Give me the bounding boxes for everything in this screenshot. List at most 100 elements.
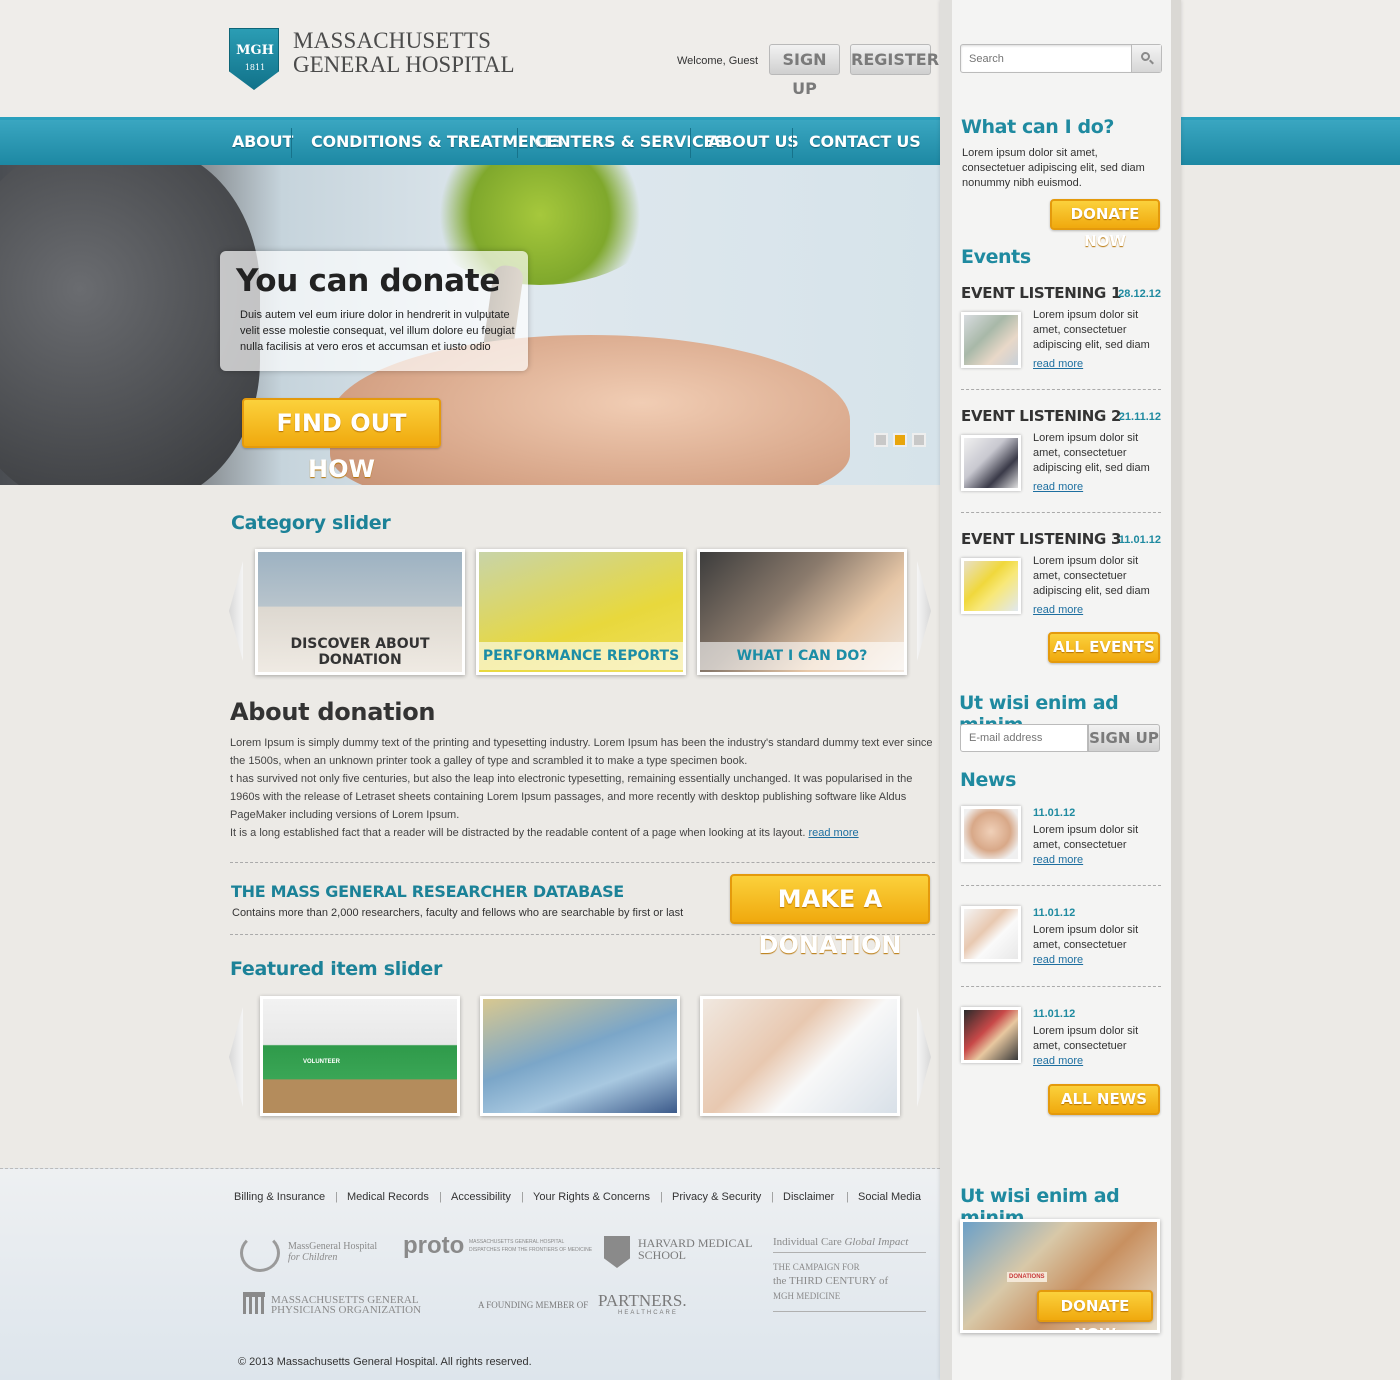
event-text: Lorem ipsum dolor sit amet, consectetuer… [1033, 432, 1150, 474]
news-thumbnail[interactable] [961, 806, 1021, 862]
category-tile-what[interactable]: WHAT I CAN DO? [697, 549, 907, 675]
event-date: 21.11.12 [1118, 411, 1161, 423]
events-title: Events [961, 246, 1031, 268]
slide-dot-2[interactable] [893, 433, 907, 447]
promo-image[interactable]: DONATIONS DONATE NOW [960, 1219, 1160, 1333]
logo-proto-word: proto [403, 1232, 465, 1259]
event-read-more-link[interactable]: read more [1033, 481, 1083, 493]
logo-mgh-children[interactable]: MassGeneral Hospital for Children [240, 1234, 390, 1274]
logo-proto-line1: MASSACHUSETTS GENERAL HOSPITAL [469, 1239, 565, 1245]
event-read-more-link[interactable]: read more [1033, 358, 1083, 370]
event-thumbnail[interactable] [961, 435, 1021, 491]
event-text: Lorem ipsum dolor sit amet, consectetuer… [1033, 309, 1150, 351]
footer-link-privacy[interactable]: Privacy & Security [672, 1191, 761, 1203]
news-item: 11.01.12 Lorem ipsum dolor sit amet, con… [961, 1007, 1161, 1069]
about-paragraph-3: It is a long established fact that a rea… [230, 824, 940, 842]
logo-proto-line2: DISPATCHES FROM THE FRONTIERS OF MEDICIN… [469, 1247, 593, 1253]
what-can-i-do-title: What can I do? [961, 116, 1114, 138]
news-read-more-link[interactable]: read more [1033, 854, 1083, 866]
footer-link-records[interactable]: Medical Records [347, 1191, 429, 1203]
about-paragraph-2: t has survived not only five centuries, … [230, 773, 913, 821]
featured-tile-volunteers[interactable]: VOLUNTEER [260, 996, 460, 1116]
about-body: Lorem Ipsum is simply dummy text of the … [230, 734, 940, 842]
slide-dot-1[interactable] [874, 433, 888, 447]
volunteer-badge: VOLUNTEER [303, 1059, 341, 1065]
footer-link-accessibility[interactable]: Accessibility [451, 1191, 511, 1203]
news-thumbnail[interactable] [961, 1007, 1021, 1063]
news-item: 11.01.12 Lorem ipsum dolor sit amet, con… [961, 806, 1161, 868]
news-thumbnail[interactable] [961, 906, 1021, 962]
find-out-how-button[interactable]: FIND OUT HOW [242, 398, 441, 483]
signup-button[interactable]: SIGN UP [769, 44, 840, 98]
divider [961, 389, 1161, 390]
event-thumbnail[interactable] [961, 312, 1021, 368]
footer-link-rights[interactable]: Your Rights & Concerns [533, 1191, 650, 1203]
featured-prev-arrow[interactable] [229, 1007, 243, 1107]
event-title[interactable]: EVENT LISTENING 1 [961, 284, 1121, 302]
event-date: 28.12.12 [1118, 288, 1161, 300]
register-button[interactable]: REGISTER [850, 44, 939, 75]
logo-campaign-impact: Global Impact [844, 1236, 909, 1248]
news-date: 11.01.12 [1033, 1008, 1076, 1020]
featured-tile-nurses[interactable] [480, 996, 680, 1116]
all-news-button[interactable]: ALL NEWS [1048, 1084, 1160, 1115]
copyright: © 2013 Massachusetts General Hospital. A… [238, 1356, 532, 1368]
footer-link-billing[interactable]: Billing & Insurance [234, 1191, 325, 1203]
about-paragraph-3-text: It is a long established fact that a rea… [230, 827, 806, 839]
footer-link-disclaimer[interactable]: Disclaimer [783, 1191, 834, 1203]
divider [230, 862, 935, 863]
nav-centers[interactable]: CENTERS & SERVICES [535, 132, 726, 151]
featured-next-arrow[interactable] [917, 1007, 931, 1107]
all-events-button[interactable]: ALL EVENTS [1048, 632, 1160, 663]
divider [230, 934, 935, 935]
logo-partners-founding: A FOUNDING MEMBER OF [478, 1300, 589, 1310]
nav-separator [517, 128, 518, 158]
make-donation-button[interactable]: MAKE A DONATION [730, 874, 930, 959]
event-read-more-link[interactable]: read more [1033, 604, 1083, 616]
category-prev-arrow[interactable] [229, 561, 243, 661]
nav-conditions[interactable]: CONDITIONS & TREATMENTS [311, 132, 564, 151]
logo-physicians-org[interactable]: MASSACHUSETTS GENERAL PHYSICIANS ORGANIZ… [243, 1290, 433, 1320]
sidebar: What can I do? Lorem ipsum dolor sit ame… [940, 0, 1181, 1380]
children-figures-icon [240, 1234, 280, 1272]
nav-about[interactable]: ABOUT [232, 132, 293, 151]
event-thumbnail[interactable] [961, 558, 1021, 614]
hero-caption-box: You can donate Duis autem vel eum iriure… [220, 251, 528, 371]
category-next-arrow[interactable] [917, 561, 931, 661]
divider [961, 512, 1161, 513]
news-read-more-link[interactable]: read more [1033, 1055, 1083, 1067]
email-field[interactable] [960, 724, 1088, 752]
nav-about-us[interactable]: ABOUT US [708, 132, 799, 151]
logo-shield: MGH 1811 [229, 28, 279, 90]
nav-contact[interactable]: CONTACT US [809, 132, 921, 151]
logo[interactable]: MGH 1811 MASSACHUSETTS GENERAL HOSPITAL [229, 28, 549, 90]
search-button[interactable] [1131, 45, 1161, 72]
promo-donate-now-button[interactable]: DONATE NOW [1037, 1290, 1153, 1330]
about-read-more-link[interactable]: read more [808, 827, 858, 839]
featured-slider-title: Featured item slider [230, 958, 443, 980]
logo-campaign[interactable]: Individual Care Global Impact THE CAMPAI… [773, 1236, 926, 1312]
category-tile-donation[interactable]: DISCOVER ABOUT DONATION [255, 549, 465, 675]
donate-now-button[interactable]: DONATE NOW [1050, 199, 1160, 250]
newsletter-signup-button[interactable]: SIGN UP [1088, 724, 1160, 752]
divider [961, 885, 1161, 886]
logo-partners-name: PARTNERS. [598, 1291, 687, 1310]
search-input[interactable] [961, 45, 1131, 72]
event-title[interactable]: EVENT LISTENING 2 [961, 407, 1121, 425]
category-tile-reports[interactable]: PERFORMANCE REPORTS [476, 549, 686, 675]
category-tile-label: WHAT I CAN DO? [700, 642, 904, 670]
logo-partners[interactable]: A FOUNDING MEMBER OF PARTNERS. HEALTHCAR… [478, 1288, 688, 1320]
search-icon-handle [1149, 59, 1154, 65]
event-title[interactable]: EVENT LISTENING 3 [961, 530, 1121, 548]
logo-campaign-line1: Individual Care Global Impact [773, 1236, 926, 1253]
footer-link-social[interactable]: Social Media [858, 1191, 921, 1203]
featured-tile-patient[interactable] [700, 996, 900, 1116]
event-date: 11.01.12 [1118, 534, 1161, 546]
logo-harvard[interactable]: HARVARD MEDICAL SCHOOL [604, 1236, 764, 1272]
logo-proto[interactable]: proto MASSACHUSETTS GENERAL HOSPITAL DIS… [403, 1232, 593, 1262]
news-read-more-link[interactable]: read more [1033, 954, 1083, 966]
hero-banner: You can donate Duis autem vel eum iriure… [0, 165, 940, 485]
logo-partners-sub: HEALTHCARE [618, 1310, 678, 1316]
slide-dot-3[interactable] [912, 433, 926, 447]
header: MGH 1811 MASSACHUSETTS GENERAL HOSPITAL … [0, 0, 1400, 117]
